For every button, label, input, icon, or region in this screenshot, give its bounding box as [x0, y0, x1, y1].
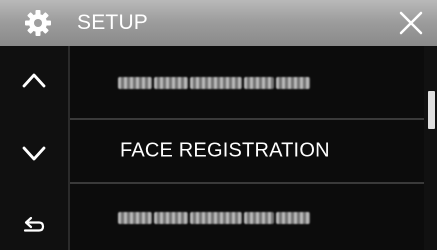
page-title: SETUP [77, 11, 149, 34]
menu-item[interactable] [70, 184, 424, 250]
menu-item[interactable] [70, 46, 424, 118]
title-bar: SETUP [0, 0, 437, 46]
obscured-text [118, 211, 312, 224]
return-arrow-icon [23, 216, 45, 232]
menu-item-face-registration[interactable]: FACE REGISTRATION [70, 120, 424, 182]
menu-separator [70, 182, 424, 184]
close-icon[interactable] [398, 10, 424, 36]
gear-icon [25, 10, 51, 36]
chevron-down-icon [22, 146, 46, 161]
menu-separator [70, 118, 424, 120]
menu-list: FACE REGISTRATION [70, 46, 424, 250]
menu-item-label: FACE REGISTRATION [120, 139, 330, 162]
obscured-text [118, 76, 312, 89]
scrollbar-track[interactable] [424, 46, 437, 250]
scrollbar-thumb[interactable] [428, 91, 435, 129]
setup-screen: SETUP FACE REGISTRATION [0, 0, 437, 250]
chevron-up-icon [22, 73, 46, 88]
scroll-up-button[interactable] [0, 46, 68, 114]
scroll-down-button[interactable] [0, 114, 68, 184]
nav-column [0, 46, 68, 250]
back-button[interactable] [0, 184, 68, 250]
